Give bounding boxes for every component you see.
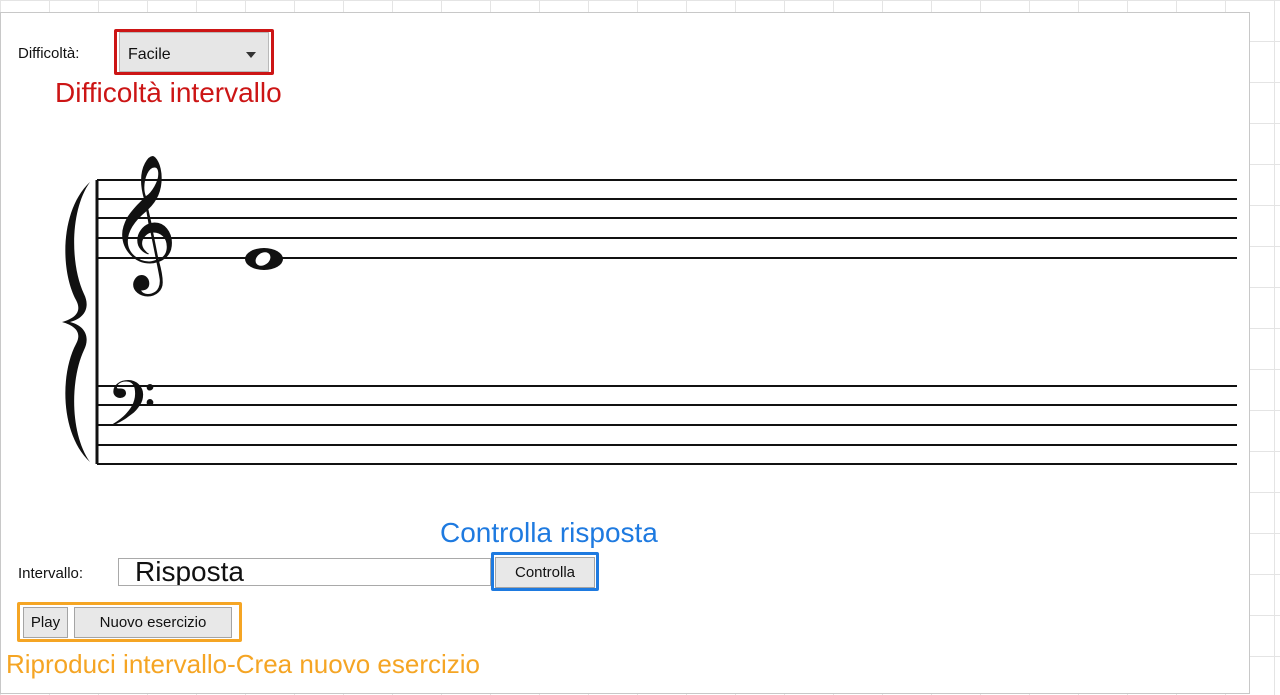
check-annotation: Controlla risposta [440,517,658,548]
bass-staff-lines [97,385,1237,465]
whole-note-icon [245,248,283,270]
brace-icon [62,182,90,462]
treble-clef-icon: 𝄞 [108,152,178,296]
controls-annotation: Riproduci intervallo-Crea nuovo esercizi… [6,649,480,679]
interval-label: Intervallo: [18,565,84,582]
grand-staff: 𝄞 𝄢 [62,152,1237,465]
treble-staff-lines [97,179,1237,259]
answer-input[interactable] [118,558,491,586]
check-highlight [491,552,599,591]
bass-clef-icon: 𝄢 [106,368,156,458]
controls-highlight [17,602,242,642]
